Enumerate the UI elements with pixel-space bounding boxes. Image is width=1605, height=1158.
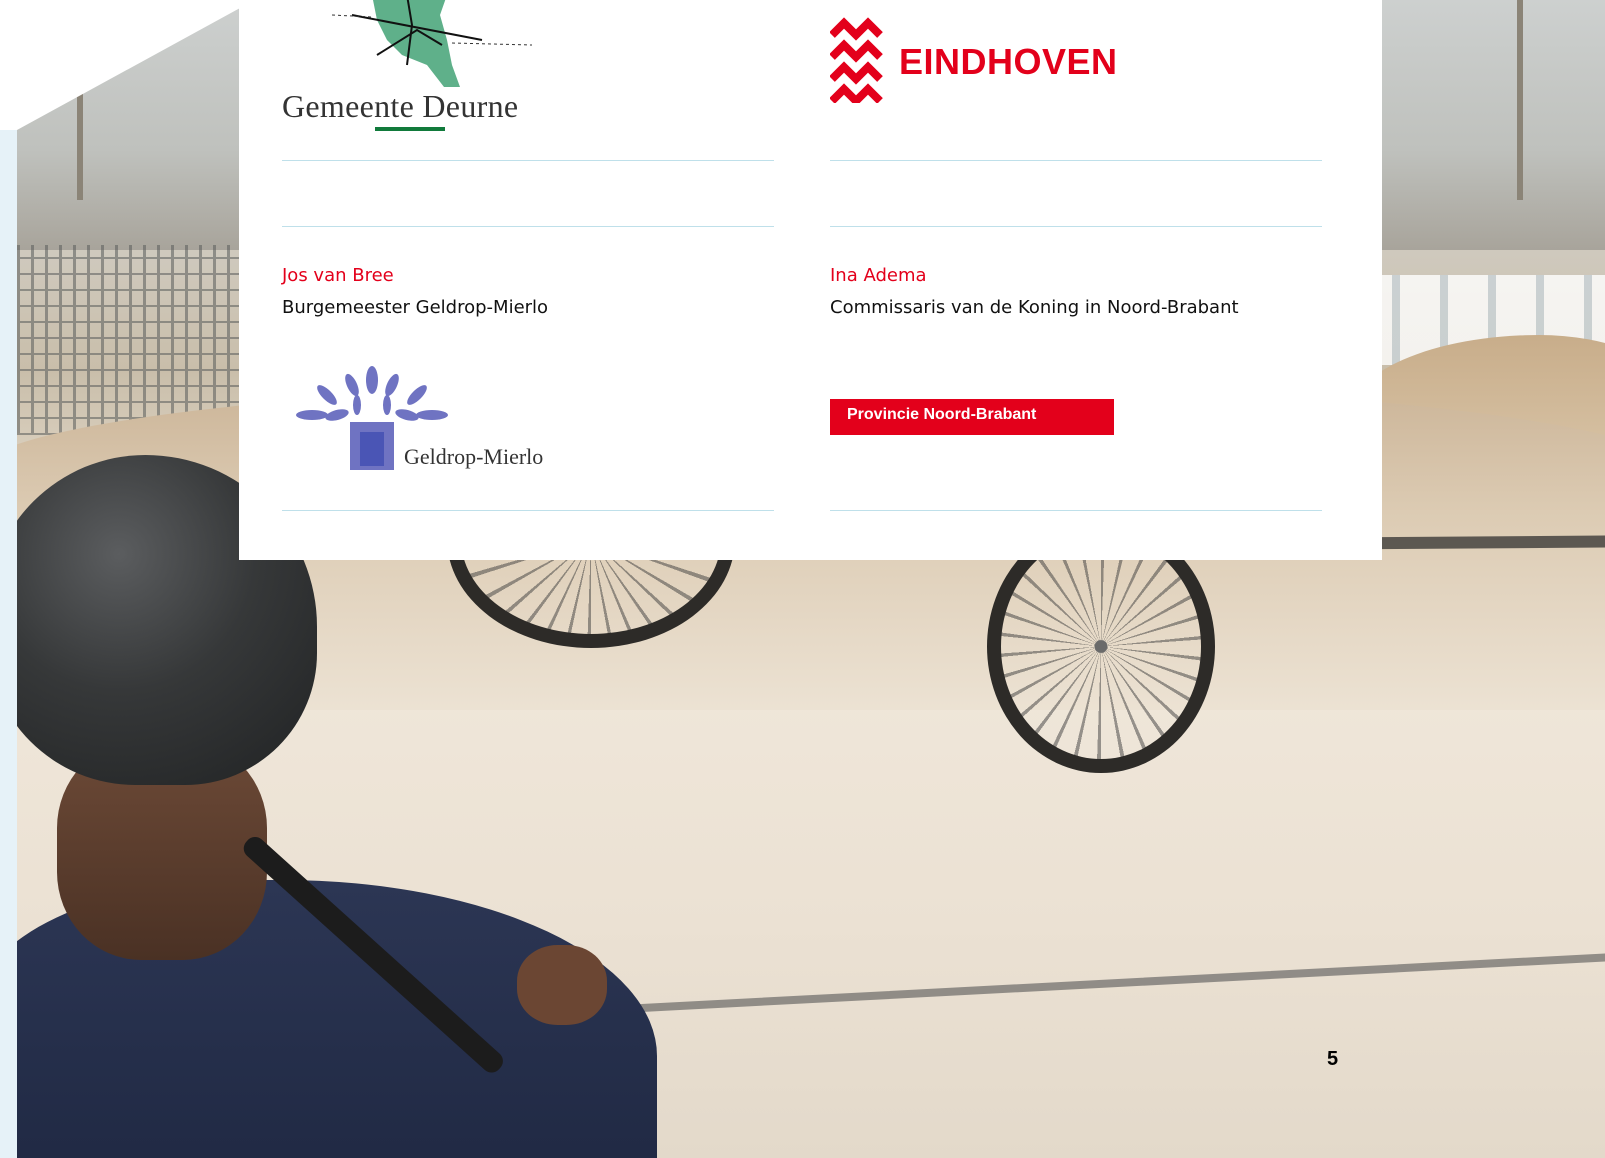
eindhoven-logo: EINDHOVEN [830,15,1120,105]
divider [282,226,774,227]
divider [282,510,774,511]
divider [830,510,1322,511]
right-column: EINDHOVEN Ina Adema Commissaris van de K… [830,0,1322,560]
deurne-map-icon [332,0,533,87]
roof-truss [77,0,83,200]
person-role: Burgemeester Geldrop-Mierlo [282,297,549,318]
deurne-underline [375,127,445,131]
rider-hand [517,945,607,1025]
signatories-card: Gemeente Deurne Jos van Bree Burgemeeste… [239,0,1382,560]
provincie-noord-brabant-logo: Provincie Noord-Brabant [830,399,1114,435]
person-role: Commissaris van de Koning in Noord-Braba… [830,297,1239,318]
provincie-logo-text: Provincie Noord-Brabant [847,406,1037,423]
roof-truss [1517,0,1523,200]
left-column: Gemeente Deurne Jos van Bree Burgemeeste… [282,0,774,560]
gemeente-deurne-logo: Gemeente Deurne [282,0,542,135]
person-name: Jos van Bree [282,265,394,286]
deurne-logo-text: Gemeente Deurne [282,88,519,124]
page-number: 5 [1327,1048,1339,1070]
divider [830,160,1322,161]
divider [282,160,774,161]
bowl-coping [637,951,1605,1013]
divider [830,226,1322,227]
person-name: Ina Adema [830,265,927,286]
eindhoven-logo-text: EINDHOVEN [899,41,1118,82]
eindhoven-zigzag-icon [830,17,883,103]
fence [17,245,247,435]
geldrop-logo-text: Geldrop-Mierlo [404,444,544,469]
